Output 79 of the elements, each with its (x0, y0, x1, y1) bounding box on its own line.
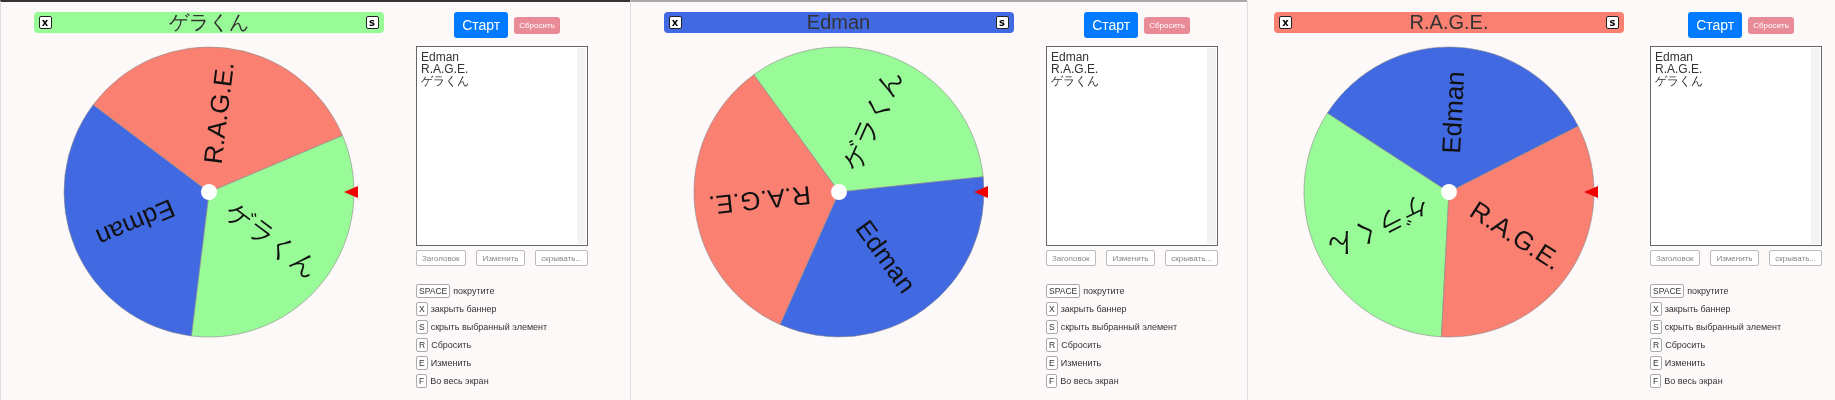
action-button[interactable]: Изменить (1710, 250, 1759, 266)
key-cap: SPACE (1046, 284, 1081, 298)
shortcut-label: Изменить (1664, 358, 1706, 368)
key-cap: X (1650, 302, 1662, 316)
hide-item-button[interactable]: s (995, 16, 1009, 29)
shortcut-label: скрыть выбранный элемент (1664, 322, 1782, 332)
shortcut-label: закрыть баннер (430, 304, 497, 314)
key-cap: R (1650, 338, 1663, 352)
shortcut-label: Сбросить (1665, 340, 1706, 350)
close-banner-button[interactable]: x (668, 16, 682, 29)
reset-button[interactable]: Сбросить (1144, 16, 1190, 34)
key-cap: SPACE (1650, 284, 1685, 298)
reset-button[interactable]: Сбросить (1748, 16, 1794, 34)
shortcut-label: Сбросить (1061, 340, 1102, 350)
reset-button[interactable]: Сбросить (514, 16, 560, 34)
banner-title: Edman (806, 12, 871, 33)
key-cap: X (416, 302, 428, 316)
banner-title: ゲラくん (168, 12, 249, 33)
action-button[interactable]: скрывать... (535, 250, 588, 266)
shortcut-label: Изменить (430, 358, 472, 368)
key-cap: X (1046, 302, 1058, 316)
wheel-hub (200, 184, 217, 200)
shortcut-label: скрыть выбранный элемент (1060, 322, 1178, 332)
segment-label: R.A.G.E. (197, 60, 240, 166)
shortcut-label: закрыть баннер (1664, 304, 1731, 314)
shortcut-label: закрыть баннер (1060, 304, 1127, 314)
pointer-icon (973, 186, 988, 198)
shortcut-label: покрутите (1687, 286, 1729, 296)
action-button[interactable]: Заголовок (1046, 250, 1096, 266)
pointer-icon (1584, 186, 1598, 198)
wheel-hub (830, 184, 847, 200)
key-cap: S (416, 320, 428, 334)
start-button[interactable]: Старт (454, 12, 509, 38)
pointer-icon (343, 186, 358, 198)
wheel-hub (1441, 184, 1457, 200)
key-cap: SPACE (416, 284, 451, 298)
close-banner-button[interactable]: x (38, 16, 52, 29)
start-button[interactable]: Старт (1688, 12, 1743, 38)
key-cap: F (416, 374, 428, 388)
shortcut-label: скрыть выбранный элемент (430, 322, 548, 332)
hide-item-button[interactable]: s (365, 16, 379, 29)
segment-label: Edman (1436, 70, 1471, 155)
key-cap: F (1046, 374, 1058, 388)
action-button[interactable]: Изменить (476, 250, 525, 266)
segment-label: ゲラくん (1323, 190, 1433, 267)
start-button[interactable]: Старт (1084, 12, 1139, 38)
shortcut-label: покрутите (1083, 286, 1125, 296)
segment-label: ゲラくん (835, 63, 907, 175)
scrollbar[interactable] (577, 48, 586, 244)
scrollbar[interactable] (1207, 48, 1216, 244)
banner-title: R.A.G.E. (1409, 12, 1489, 33)
key-cap: E (1650, 356, 1662, 370)
shortcut-label: Изменить (1060, 358, 1102, 368)
shortcut-label: Во весь экран (1664, 376, 1723, 386)
action-button[interactable]: скрывать... (1165, 250, 1218, 266)
shortcut-label: Во весь экран (430, 376, 489, 386)
shortcut-label: Сбросить (431, 340, 472, 350)
close-banner-button[interactable]: x (1279, 16, 1292, 29)
key-cap: R (1046, 338, 1059, 352)
entries-field[interactable]: Edman R.A.G.E. ゲラくん (1046, 46, 1218, 246)
action-button[interactable]: Заголовок (1650, 250, 1700, 266)
key-cap: E (1046, 356, 1058, 370)
segment-label: Edman (91, 193, 179, 254)
action-button[interactable]: скрывать... (1769, 250, 1822, 266)
key-cap: S (1046, 320, 1058, 334)
key-cap: E (416, 356, 428, 370)
scrollbar[interactable] (1811, 48, 1820, 244)
shortcut-label: покрутите (453, 286, 495, 296)
action-button[interactable]: Изменить (1106, 250, 1155, 266)
segment-label: R.A.G.E. (706, 180, 812, 221)
entries-field[interactable]: Edman R.A.G.E. ゲラくん (416, 46, 588, 246)
action-button[interactable]: Заголовок (416, 250, 466, 266)
key-cap: S (1650, 320, 1662, 334)
segment-label: ゲラくん (220, 195, 325, 285)
shortcut-label: Во весь экран (1060, 376, 1119, 386)
entries-field[interactable]: Edman R.A.G.E. ゲラくん (1650, 46, 1822, 246)
hide-item-button[interactable]: s (1606, 16, 1619, 29)
key-cap: R (416, 338, 429, 352)
key-cap: F (1650, 374, 1662, 388)
